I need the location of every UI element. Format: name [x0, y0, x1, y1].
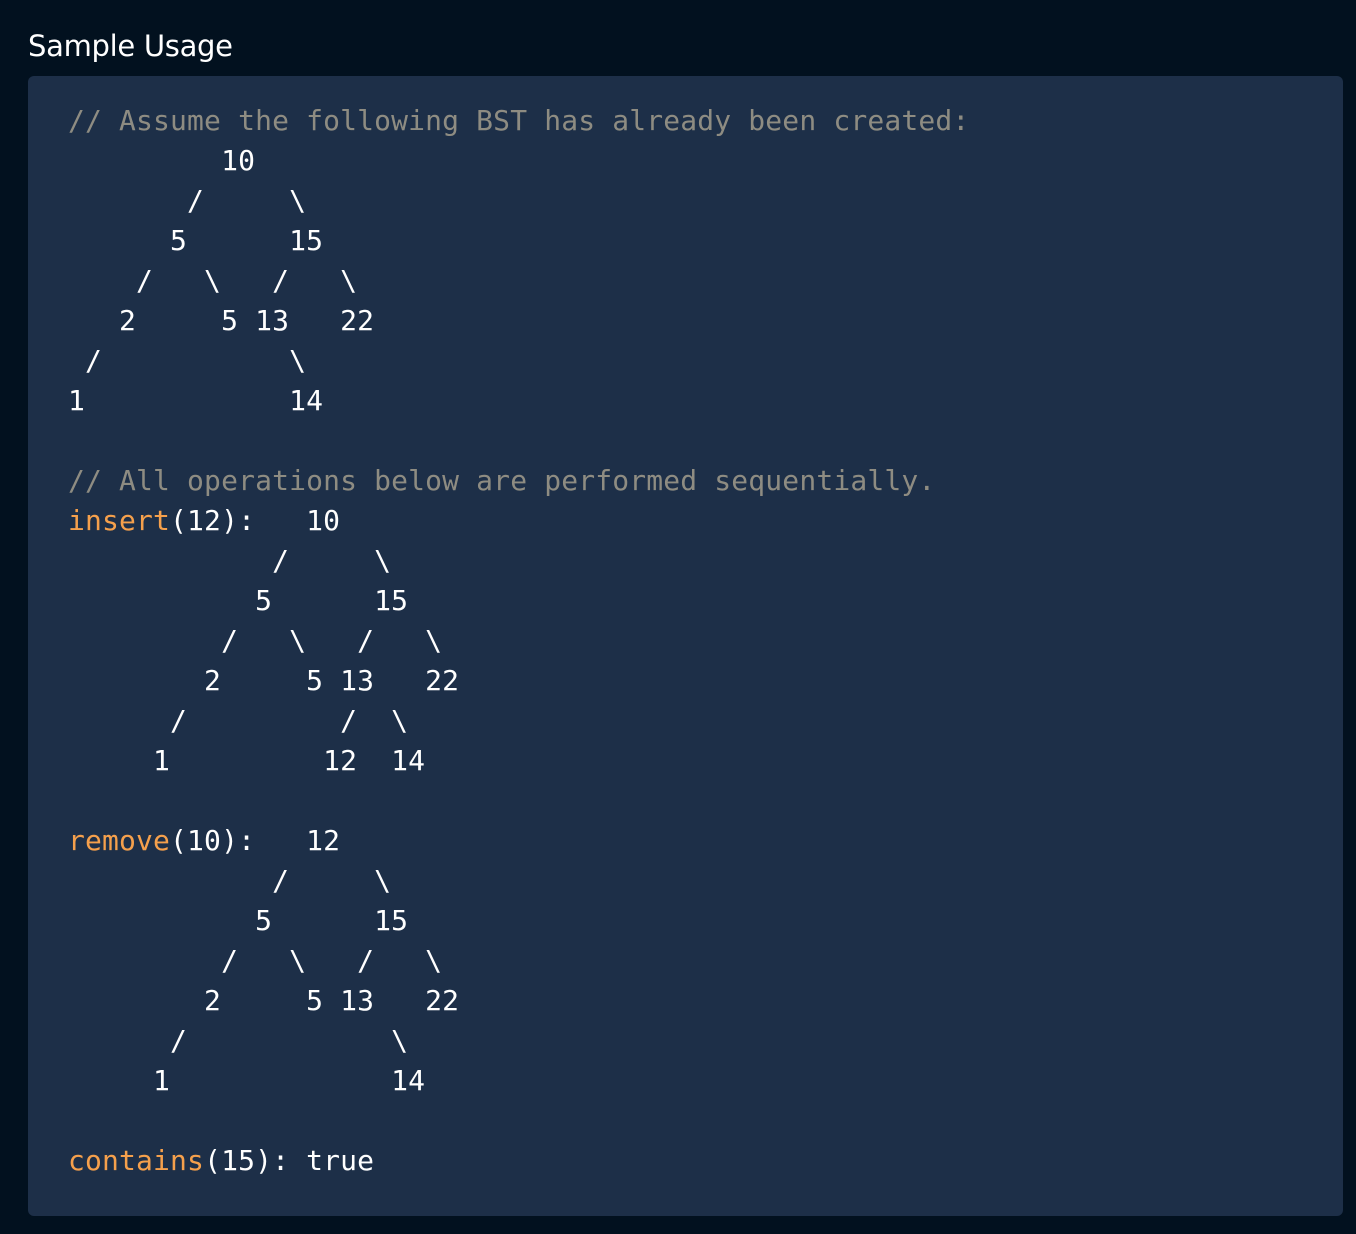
section-title: Sample Usage	[28, 29, 233, 63]
call-arguments: (12): 10	[170, 504, 341, 537]
code-line: 5 15	[68, 221, 969, 261]
code-line: insert(12): 10	[68, 501, 969, 541]
function-name: insert	[68, 504, 171, 537]
code-text: 5 15	[68, 584, 409, 617]
code-line: / \ / \	[68, 941, 969, 981]
function-name: contains	[68, 1144, 205, 1177]
code-text: / \ / \	[68, 624, 443, 657]
code-line: / \	[68, 541, 969, 581]
code-line: / / \	[68, 701, 969, 741]
call-arguments: (10): 12	[170, 824, 341, 857]
code-line: 2 5 13 22	[68, 981, 969, 1021]
call-arguments: (15): true	[204, 1144, 375, 1177]
code-line: 2 5 13 22	[68, 301, 969, 341]
code-text: 1 12 14	[68, 744, 426, 777]
code-line: 1 14	[68, 1061, 969, 1101]
code-text: / \	[68, 1024, 409, 1057]
code-line: / \ / \	[68, 621, 969, 661]
function-name: remove	[68, 824, 171, 857]
code-text: 2 5 13 22	[68, 984, 460, 1017]
code-text: / \	[68, 864, 392, 897]
code-text: / \	[68, 544, 392, 577]
code-text: / \ / \	[68, 944, 443, 977]
code-line: / \	[68, 1021, 969, 1061]
code-block: // Assume the following BST has already …	[68, 101, 969, 1181]
code-line: 1 12 14	[68, 741, 969, 781]
code-line: / \	[68, 861, 969, 901]
code-text: 5 15	[68, 224, 324, 257]
code-text: / / \	[68, 704, 409, 737]
code-line: / \ / \	[68, 261, 969, 301]
code-line: 5 15	[68, 581, 969, 621]
code-text: 5 15	[68, 904, 409, 937]
code-text: / \	[68, 344, 307, 377]
code-line: 2 5 13 22	[68, 661, 969, 701]
code-line: 5 15	[68, 901, 969, 941]
code-line: remove(10): 12	[68, 821, 969, 861]
code-line: / \	[68, 181, 969, 221]
code-text: 2 5 13 22	[68, 664, 460, 697]
code-line: contains(15): true	[68, 1141, 969, 1181]
code-line: 10	[68, 141, 969, 181]
code-panel: // Assume the following BST has already …	[28, 76, 1343, 1216]
code-text: 10	[68, 144, 256, 177]
code-line: // All operations below are performed se…	[68, 461, 969, 501]
code-text: 1 14	[68, 1064, 426, 1097]
code-text: / \	[68, 184, 307, 217]
code-text: 2 5 13 22	[68, 304, 375, 337]
code-comment: // All operations below are performed se…	[68, 464, 936, 497]
code-line: / \	[68, 341, 969, 381]
code-line: 1 14	[68, 381, 969, 421]
page: Sample Usage // Assume the following BST…	[0, 0, 1356, 1234]
code-text: 1 14	[68, 384, 324, 417]
code-line: // Assume the following BST has already …	[68, 101, 969, 141]
code-text: / \ / \	[68, 264, 358, 297]
code-comment: // Assume the following BST has already …	[68, 104, 970, 137]
